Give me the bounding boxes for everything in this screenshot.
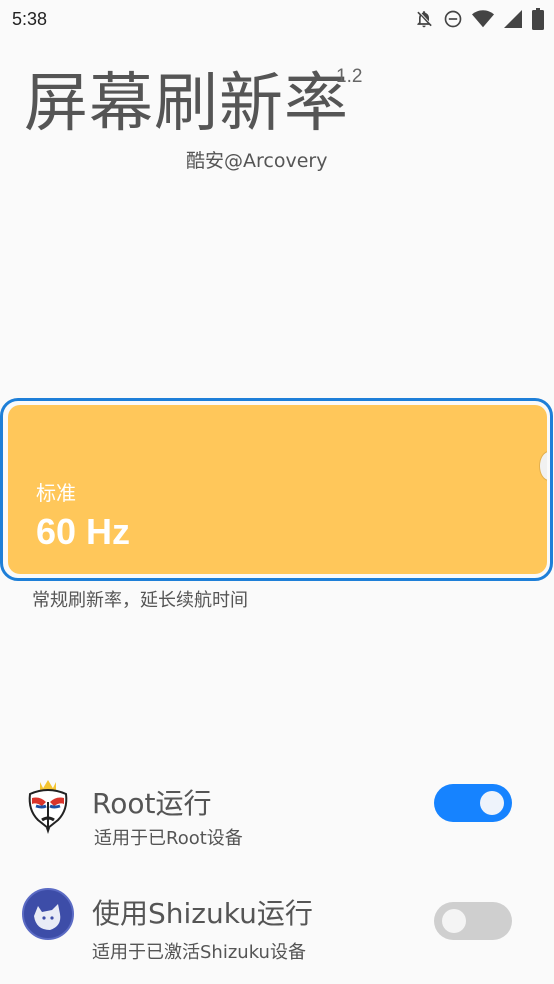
root-option-row[interactable]: Root运行 适用于已Root设备 (0, 772, 554, 862)
refresh-mode-card[interactable]: 标准 60 Hz (8, 405, 547, 574)
do-not-disturb-icon (443, 9, 463, 29)
shizuku-toggle[interactable] (434, 902, 512, 940)
battery-icon (532, 8, 544, 30)
shizuku-icon (22, 888, 74, 940)
mode-label: 标准 (36, 481, 76, 505)
status-bar: 5:38 (0, 0, 554, 38)
status-time: 5:38 (12, 8, 48, 29)
wifi-icon (472, 9, 494, 29)
notifications-off-icon (414, 9, 434, 29)
app-author[interactable]: 酷安@Arcovery (186, 146, 327, 173)
next-card-peek (539, 451, 547, 481)
mode-description: 常规刷新率，延长续航时间 (32, 590, 248, 611)
shizuku-option-subtitle: 适用于已激活Shizuku设备 (92, 942, 306, 963)
root-option-subtitle: 适用于已Root设备 (94, 828, 243, 849)
magisk-mask-icon (20, 776, 72, 834)
root-option-title: Root运行 (92, 787, 212, 820)
signal-icon (503, 9, 523, 29)
mode-refresh-value: 60 Hz (36, 511, 131, 552)
shizuku-option-row[interactable]: 使用Shizuku运行 适用于已激活Shizuku设备 (0, 884, 554, 974)
app-title: 屏幕刷新率 (24, 67, 349, 141)
status-icons (414, 8, 544, 30)
shizuku-option-title: 使用Shizuku运行 (92, 897, 313, 930)
toggle-knob (442, 909, 466, 933)
app-version: 1.2 (336, 66, 363, 87)
toggle-knob (480, 791, 504, 815)
root-toggle[interactable] (434, 784, 512, 822)
